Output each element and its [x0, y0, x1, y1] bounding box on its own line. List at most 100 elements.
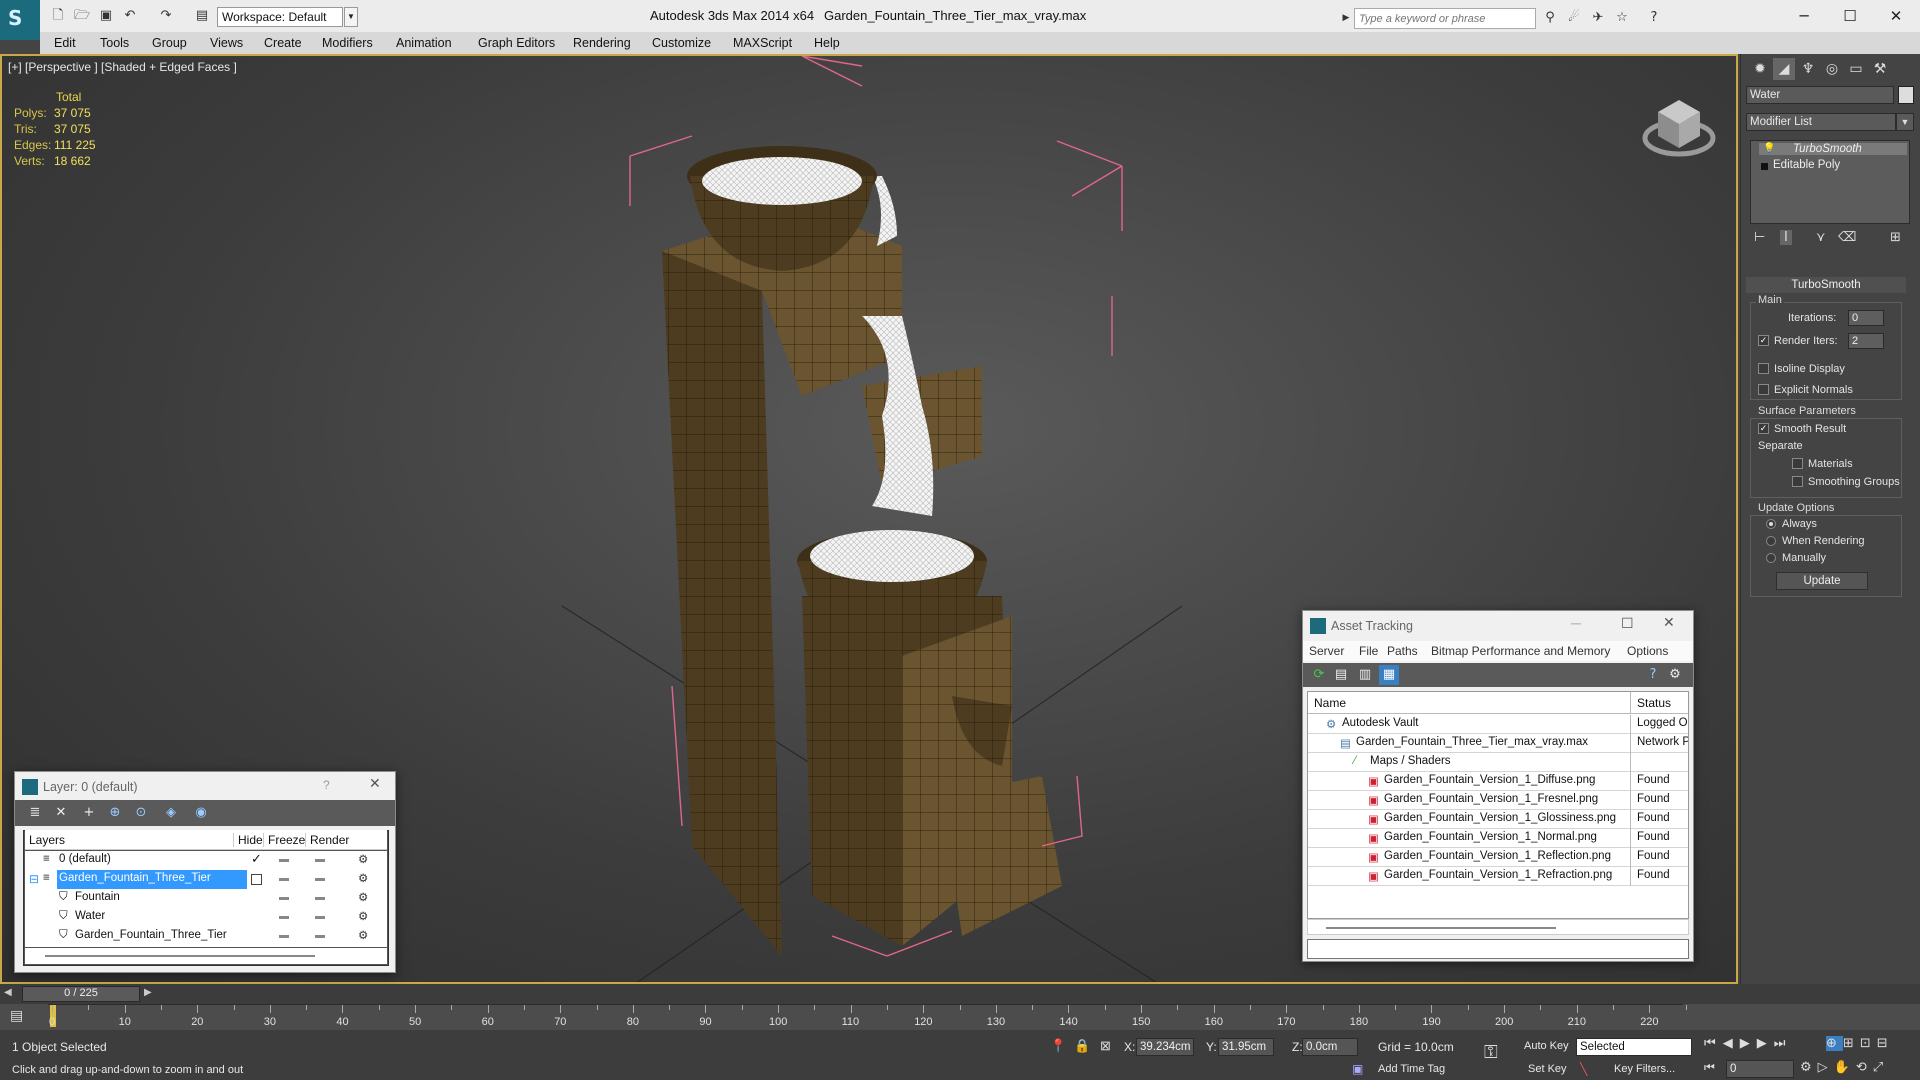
add-time-tag[interactable]: Add Time Tag: [1378, 1063, 1445, 1075]
menu-animation[interactable]: Animation: [396, 36, 452, 50]
asset-row[interactable]: ▣ Garden_Fountain_Version_1_Glossiness.pn…: [1308, 810, 1688, 829]
make-unique-icon[interactable]: ⋎: [1816, 230, 1826, 245]
layer-hscrollbar[interactable]: [25, 948, 387, 964]
menu-graph-editors[interactable]: Graph Editors: [478, 36, 555, 50]
table-view-icon[interactable]: ▦: [1379, 665, 1399, 685]
render-iters-spinner[interactable]: 2: [1848, 333, 1884, 349]
menu-help[interactable]: Help: [814, 36, 840, 50]
manually-radio[interactable]: [1766, 553, 1776, 563]
asset-menu-options[interactable]: Options: [1627, 644, 1668, 658]
key-mode-select[interactable]: Selected: [1576, 1038, 1692, 1056]
modifier-list-select[interactable]: Modifier List: [1746, 113, 1896, 131]
asset-hscrollbar[interactable]: [1307, 919, 1689, 935]
maximize-viewport-icon[interactable]: ⤢: [1873, 1060, 1889, 1075]
z-coordinate-field[interactable]: 0.0cm: [1302, 1038, 1358, 1056]
communication-center-icon[interactable]: ☄: [1564, 8, 1584, 28]
pin-stack-icon[interactable]: ⊢: [1754, 230, 1765, 245]
layer-help-button[interactable]: ?: [323, 778, 330, 792]
hierarchy-tab-icon[interactable]: ♆: [1797, 58, 1819, 80]
undo-icon[interactable]: ↶: [120, 6, 140, 26]
asset-menu-paths[interactable]: Paths: [1387, 644, 1418, 658]
render-teapot-icon[interactable]: ⚙: [358, 852, 368, 866]
render-teapot-icon[interactable]: ⚙: [358, 871, 368, 885]
highlight-layer-icon[interactable]: ◈: [161, 803, 181, 823]
layer-row[interactable]: ⛉ Fountain ▬ ▬ ⚙: [25, 889, 387, 908]
menu-views[interactable]: Views: [210, 36, 243, 50]
search-input[interactable]: [1354, 8, 1536, 29]
update-button[interactable]: Update: [1776, 572, 1868, 590]
render-teapot-icon[interactable]: ⚙: [358, 909, 368, 923]
lightbulb-icon[interactable]: 💡: [1763, 143, 1775, 154]
render-teapot-icon[interactable]: ⚙: [358, 890, 368, 904]
col-name[interactable]: Name: [1314, 696, 1346, 710]
asset-menu-server[interactable]: Server: [1309, 644, 1344, 658]
menu-rendering[interactable]: Rendering: [573, 36, 631, 50]
zoom-extents-all-icon[interactable]: ⊟: [1877, 1036, 1894, 1051]
show-end-result-icon[interactable]: Ⅰ: [1780, 230, 1792, 245]
explicit-normals-checkbox[interactable]: [1758, 384, 1769, 395]
set-key-button[interactable]: Set Key: [1528, 1063, 1567, 1075]
menu-create[interactable]: Create: [264, 36, 302, 50]
render-iters-checkbox[interactable]: ✓: [1758, 335, 1769, 346]
menu-tools[interactable]: Tools: [100, 36, 129, 50]
zoom-extents-icon[interactable]: ⊡: [1860, 1036, 1877, 1051]
create-tab-icon[interactable]: ✹: [1749, 58, 1771, 80]
zoom-icon[interactable]: ⊕: [1826, 1036, 1843, 1051]
layer-row[interactable]: ⛉ Water ▬ ▬ ⚙: [25, 908, 387, 927]
object-color-swatch[interactable]: [1898, 86, 1914, 104]
binoculars-icon[interactable]: ⚲: [1540, 8, 1560, 28]
maximize-button[interactable]: ☐: [1828, 2, 1872, 30]
asset-row[interactable]: ▣ Garden_Fountain_Version_1_Refraction.pn…: [1308, 867, 1688, 886]
isoline-checkbox[interactable]: [1758, 363, 1769, 374]
orbit-icon[interactable]: ⟲: [1856, 1060, 1873, 1075]
new-file-icon[interactable]: 🗋: [48, 6, 68, 26]
next-frame-icon[interactable]: ▶: [144, 987, 152, 998]
col-layers[interactable]: Layers: [29, 833, 65, 847]
list-view-icon[interactable]: ▤: [1331, 665, 1351, 685]
stack-item-editable-poly[interactable]: Editable Poly: [1759, 159, 1907, 171]
asset-row[interactable]: ⁄ Maps / Shaders: [1308, 753, 1688, 772]
object-name-field[interactable]: Water: [1746, 86, 1894, 104]
next-frame-icon[interactable]: ▶: [1757, 1036, 1774, 1051]
layer-close-button[interactable]: ✕: [369, 776, 381, 792]
y-coordinate-field[interactable]: 31.95cm: [1218, 1038, 1274, 1056]
subscription-icon[interactable]: ✈: [1588, 8, 1608, 28]
asset-row[interactable]: ▤ Garden_Fountain_Three_Tier_max_vray.max…: [1308, 734, 1688, 753]
col-hide[interactable]: Hide: [233, 833, 263, 847]
remove-modifier-icon[interactable]: ⌫: [1838, 230, 1856, 245]
absolute-mode-icon[interactable]: ⊠: [1100, 1038, 1111, 1054]
display-tab-icon[interactable]: ▭: [1845, 58, 1867, 80]
utilities-tab-icon[interactable]: ⚒: [1869, 58, 1891, 80]
col-render[interactable]: Render: [305, 833, 349, 847]
asset-row[interactable]: ⚙ Autodesk Vault Logged Ou: [1308, 715, 1688, 734]
zoom-all-icon[interactable]: ⊞: [1843, 1036, 1860, 1051]
favorites-star-icon[interactable]: ☆: [1612, 8, 1632, 28]
help-icon[interactable]: ?: [1643, 665, 1663, 685]
modify-tab-icon[interactable]: ◢: [1773, 58, 1795, 80]
redo-icon[interactable]: ↷: [156, 6, 176, 26]
chevron-down-icon[interactable]: ▼: [344, 7, 358, 27]
configure-sets-icon[interactable]: ⊞: [1890, 230, 1901, 245]
minimize-button[interactable]: ─: [1782, 2, 1826, 30]
time-config-icon[interactable]: ⚙: [1800, 1060, 1818, 1075]
asset-path-field[interactable]: [1307, 939, 1689, 959]
motion-tab-icon[interactable]: ◎: [1821, 58, 1843, 80]
asset-minimize-button[interactable]: ─: [1571, 615, 1581, 631]
create-layer-icon[interactable]: +: [79, 803, 99, 823]
project-folder-icon[interactable]: ▤: [192, 6, 212, 26]
time-slider[interactable]: ◀ 0 / 225 ▶: [0, 984, 1920, 1004]
lock-selection-icon[interactable]: 🔒: [1074, 1038, 1090, 1054]
app-logo-icon[interactable]: S: [0, 0, 40, 40]
auto-key-button[interactable]: Auto Key: [1524, 1040, 1569, 1052]
menu-group[interactable]: Group: [152, 36, 187, 50]
smooth-result-checkbox[interactable]: ✓: [1758, 423, 1769, 434]
asset-row[interactable]: ▣ Garden_Fountain_Version_1_Reflection.pn…: [1308, 848, 1688, 867]
isolate-icon[interactable]: 📍: [1050, 1038, 1066, 1054]
layer-row[interactable]: ≡ 0 (default) ✓ ▬ ▬ ⚙: [25, 851, 387, 870]
active-layer-check-icon[interactable]: ✓: [251, 851, 262, 867]
asset-menu-file[interactable]: File: [1359, 644, 1378, 658]
workspace-select[interactable]: Workspace: Default: [217, 7, 343, 27]
asset-maximize-button[interactable]: ☐: [1621, 615, 1634, 632]
when-rendering-radio[interactable]: [1766, 536, 1776, 546]
play-icon[interactable]: ▶: [1740, 1036, 1757, 1051]
